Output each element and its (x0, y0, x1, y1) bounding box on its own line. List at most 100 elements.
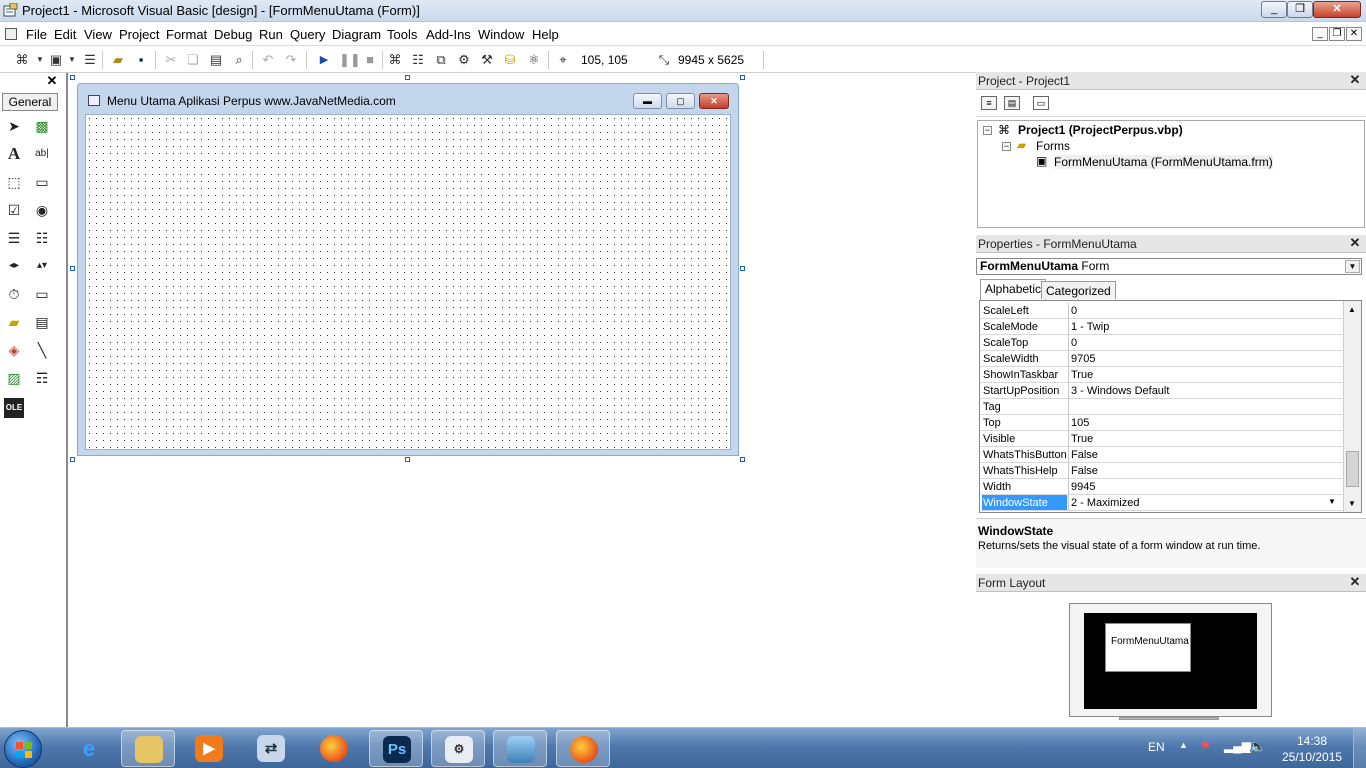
resize-handle[interactable] (405, 75, 410, 80)
resize-handle[interactable] (740, 266, 745, 271)
paste-icon[interactable]: ▤ (208, 52, 224, 68)
network-signal-icon[interactable]: ▂▄▆ (1224, 739, 1251, 753)
menu-query[interactable]: Query (290, 27, 325, 42)
image-tool-icon[interactable]: ▨ (4, 368, 24, 388)
form-layout-icon[interactable]: ⧉ (433, 52, 449, 68)
volume-icon[interactable]: 🔈 (1249, 738, 1266, 755)
form-position-preview[interactable]: FormMenuUtama (1105, 623, 1191, 672)
toggle-folders-icon[interactable]: ▭ (1033, 96, 1049, 110)
property-value[interactable]: 3 - Windows Default (1071, 385, 1341, 397)
menu-file[interactable]: File (26, 27, 47, 42)
property-row[interactable]: Top 105 (980, 415, 1342, 431)
form-design-grid[interactable] (85, 114, 731, 450)
optionbutton-tool-icon[interactable]: ◉ (32, 200, 52, 220)
commandbutton-tool-icon[interactable]: ▭ (32, 172, 52, 192)
property-row[interactable]: Tag (980, 399, 1342, 415)
add-project-icon[interactable]: ⌘ (14, 52, 30, 68)
frame-tool-icon[interactable]: ⬚ (4, 172, 24, 192)
object-selector[interactable]: FormMenuUtama Form ▼ (976, 258, 1362, 275)
property-row[interactable]: ShowInTaskbar True (980, 367, 1342, 383)
menu-editor-icon[interactable]: ☰ (82, 52, 98, 68)
property-value[interactable]: 9945 (1071, 481, 1341, 493)
add-form-icon[interactable]: ▣ (48, 52, 64, 68)
menu-help[interactable]: Help (532, 27, 559, 42)
property-row[interactable]: StartUpPosition 3 - Windows Default (980, 383, 1342, 399)
taskbar-photoshop[interactable]: Ps (369, 730, 423, 767)
close-icon[interactable]: ✕ (45, 74, 59, 88)
property-row[interactable]: WindowState 2 - Maximized ▼ (980, 495, 1342, 511)
tray-expand-icon[interactable]: ▲ (1179, 740, 1188, 750)
scroll-down-icon[interactable]: ▼ (1348, 499, 1356, 508)
toolbox-icon[interactable]: ⚒ (479, 52, 495, 68)
clock-date[interactable]: 25/10/2015 (1282, 750, 1342, 764)
minimize-button[interactable]: _ (1261, 1, 1287, 18)
clock-time[interactable]: 14:38 (1297, 734, 1327, 748)
listbox-tool-icon[interactable]: ☷ (32, 228, 52, 248)
mdi-minimize-button[interactable]: _ (1312, 27, 1328, 41)
mdi-child-icon[interactable] (5, 28, 17, 40)
menu-format[interactable]: Format (166, 27, 207, 42)
label-tool-icon[interactable]: A (4, 144, 24, 164)
property-value[interactable]: 0 (1071, 337, 1341, 349)
property-row[interactable]: WhatsThisButton False (980, 447, 1342, 463)
taskbar-ie[interactable]: e (62, 730, 116, 767)
taskbar-image-viewer[interactable] (493, 730, 547, 767)
property-row[interactable]: Width 9945 (980, 479, 1342, 495)
checkbox-tool-icon[interactable]: ☑ (4, 200, 24, 220)
taskbar-network[interactable]: ⇄ (244, 730, 298, 767)
mdi-close-button[interactable]: ✕ (1346, 27, 1362, 41)
property-value[interactable]: 1 - Twip (1071, 321, 1341, 333)
property-value[interactable]: 2 - Maximized (1071, 497, 1341, 509)
menu-view[interactable]: View (84, 27, 112, 42)
menu-project[interactable]: Project (119, 27, 159, 42)
tab-alphabetic[interactable]: Alphabetic (980, 279, 1047, 300)
tree-project-node[interactable]: Project1 (ProjectPerpus.vbp) (1018, 123, 1183, 137)
close-button[interactable]: ✕ (1313, 1, 1361, 18)
save-icon[interactable]: ▪ (133, 52, 149, 68)
property-value[interactable]: True (1071, 433, 1341, 445)
taskbar-explorer[interactable] (121, 730, 175, 767)
object-browser-icon[interactable]: ⚙ (456, 52, 472, 68)
open-folder-icon[interactable]: ▰ (110, 52, 126, 68)
property-value[interactable]: 0 (1071, 305, 1341, 317)
resize-handle[interactable] (70, 266, 75, 271)
property-value[interactable]: False (1071, 449, 1341, 461)
property-row[interactable]: Visible True (980, 431, 1342, 447)
pointer-tool-icon[interactable]: ➤ (4, 116, 24, 136)
form-close-button[interactable]: ✕ (699, 93, 729, 109)
form-designer-window[interactable]: Menu Utama Aplikasi Perpus www.JavaNetMe… (77, 83, 739, 456)
undo-icon[interactable]: ↶ (260, 52, 276, 68)
taskbar-firefox[interactable] (307, 730, 361, 767)
chevron-down-icon[interactable]: ▼ (1328, 497, 1336, 506)
close-icon[interactable]: ✕ (1348, 73, 1362, 87)
tree-folder-node[interactable]: Forms (1036, 139, 1070, 153)
tree-form-node[interactable]: FormMenuUtama (FormMenuUtama.frm) (1054, 155, 1273, 169)
action-center-icon[interactable]: ⚑ (1200, 739, 1211, 753)
collapse-icon[interactable]: − (983, 126, 992, 135)
menu-diagram[interactable]: Diagram (332, 27, 381, 42)
property-row[interactable]: WhatsThisHelp False (980, 463, 1342, 479)
redo-icon[interactable]: ↷ (283, 52, 299, 68)
combobox-tool-icon[interactable]: ☰ (4, 228, 24, 248)
cut-icon[interactable]: ✂ (163, 52, 179, 68)
resize-handle[interactable] (70, 75, 75, 80)
start-icon[interactable]: ▶ (316, 52, 332, 68)
taskbar-firefox-2[interactable] (556, 730, 610, 767)
data-tool-icon[interactable]: ☶ (32, 368, 52, 388)
vscrollbar-tool-icon[interactable]: ▴▾ (32, 256, 52, 276)
menu-debug[interactable]: Debug (214, 27, 252, 42)
property-value[interactable]: False (1071, 465, 1341, 477)
property-row[interactable]: ScaleMode 1 - Twip (980, 319, 1342, 335)
properties-scrollbar[interactable]: ▲ ▼ (1343, 301, 1361, 512)
picturebox-tool-icon[interactable]: ▩ (32, 116, 52, 136)
copy-icon[interactable]: ❏ (185, 52, 201, 68)
maximize-button[interactable]: ❐ (1287, 1, 1313, 18)
break-icon[interactable]: ❚❚ (339, 52, 361, 68)
resize-handle[interactable] (405, 457, 410, 462)
ole-tool-icon[interactable]: OLE (4, 398, 24, 418)
resize-handle[interactable] (70, 457, 75, 462)
start-button[interactable] (4, 730, 42, 768)
dropdown-arrow-icon[interactable]: ▼ (32, 52, 48, 68)
taskbar-visual-basic[interactable]: ⚙ (431, 730, 485, 767)
collapse-icon[interactable]: − (1002, 142, 1011, 151)
